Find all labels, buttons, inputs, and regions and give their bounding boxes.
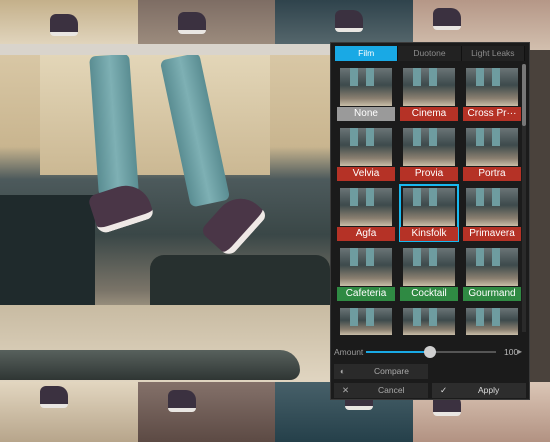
filter-next-3[interactable] xyxy=(463,305,521,335)
filter-tabs: Film Duotone Light Leaks xyxy=(335,46,525,61)
filter-cross-process[interactable]: Cross Pr··· xyxy=(463,65,521,121)
filter-agfa[interactable]: Agfa xyxy=(337,185,395,241)
filter-label: Cafeteria xyxy=(337,287,395,301)
cancel-label: Cancel xyxy=(378,385,405,395)
filter-next-1[interactable] xyxy=(337,305,395,335)
apply-label: Apply xyxy=(478,385,500,395)
filter-label: Agfa xyxy=(337,227,395,241)
filter-label: Kinsfolk xyxy=(400,227,458,241)
tab-light-leaks[interactable]: Light Leaks xyxy=(461,46,525,61)
filter-scrollbar[interactable] xyxy=(522,64,526,332)
filter-label: Cinema xyxy=(400,107,458,121)
filter-label: Cross Pr··· xyxy=(463,107,521,121)
filter-label: Primavera xyxy=(463,227,521,241)
amount-slider-knob[interactable] xyxy=(424,346,436,358)
filter-provia[interactable]: Provia xyxy=(400,125,458,181)
filter-label: Provia xyxy=(400,167,458,181)
filter-label: Gourmand xyxy=(463,287,521,301)
filter-label: Velvia xyxy=(337,167,395,181)
filter-label: Portra xyxy=(463,167,521,181)
filter-label: None xyxy=(337,107,395,121)
filter-label: Cocktail xyxy=(400,287,458,301)
filter-kinsfolk[interactable]: Kinsfolk xyxy=(399,184,459,242)
compare-label: Compare xyxy=(374,366,409,376)
amount-label: Amount xyxy=(334,347,364,357)
compare-icon: ◐ xyxy=(340,366,346,376)
filter-gourmand[interactable]: Gourmand xyxy=(463,245,521,301)
photo-border xyxy=(0,44,330,55)
amount-arrow-icon[interactable]: ▸ xyxy=(518,345,522,359)
filter-velvia[interactable]: Velvia xyxy=(337,125,395,181)
check-icon: ✓ xyxy=(440,385,448,395)
filter-portra[interactable]: Portra xyxy=(463,125,521,181)
filter-cinema[interactable]: Cinema xyxy=(400,65,458,121)
filter-none[interactable]: None xyxy=(337,65,395,121)
filter-cafeteria[interactable]: Cafeteria xyxy=(337,245,395,301)
amount-slider-rest[interactable] xyxy=(436,351,496,353)
filter-next-2[interactable] xyxy=(400,305,458,335)
tab-film[interactable]: Film xyxy=(335,46,399,61)
photo-preview xyxy=(0,55,330,382)
amount-value: 100 xyxy=(504,347,519,357)
filter-cocktail[interactable]: Cocktail xyxy=(400,245,458,301)
close-icon: ✕ xyxy=(342,385,350,395)
apply-button[interactable]: ✓ Apply xyxy=(432,383,526,398)
amount-row: Amount 100 ▸ xyxy=(334,345,526,359)
scrollbar-thumb[interactable] xyxy=(522,64,526,126)
cancel-button[interactable]: ✕ Cancel xyxy=(334,383,428,398)
compare-button[interactable]: ◐ Compare xyxy=(334,364,428,379)
filter-grid: None Cinema Cross Pr··· Velvia Provia Po… xyxy=(337,65,523,335)
tab-duotone[interactable]: Duotone xyxy=(398,46,462,61)
filter-primavera[interactable]: Primavera xyxy=(463,185,521,241)
